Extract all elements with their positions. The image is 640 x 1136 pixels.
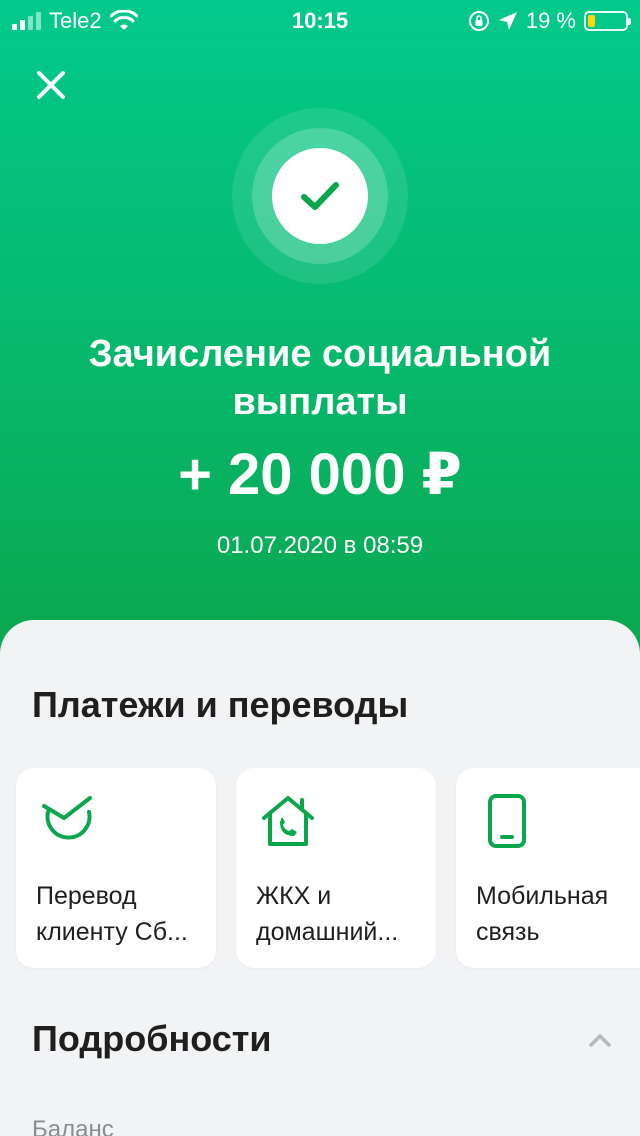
card-label-line1: Мобильная <box>476 882 609 910</box>
battery-percent: 19 % <box>525 8 576 33</box>
details-section-title: Подробности <box>32 1018 272 1059</box>
card-label-line2: клиенту Сб... <box>36 918 188 946</box>
transaction-datetime: 01.07.2020 в 08:59 <box>216 532 424 559</box>
transaction-title: Зачисление социальной выплаты <box>40 330 600 426</box>
checkmark-icon <box>301 182 339 210</box>
success-badge-ring <box>252 128 388 264</box>
orientation-lock-icon <box>468 11 489 31</box>
card-label-line2: домашний... <box>256 918 399 946</box>
close-icon[interactable] <box>30 64 72 106</box>
transaction-title-line2: выплаты <box>232 381 408 423</box>
card-label: Перевод клиенту Сб... <box>36 878 212 950</box>
chevron-up-icon[interactable] <box>586 1026 614 1054</box>
transaction-amount: + 20 000 ₽ <box>178 442 462 507</box>
mobile-phone-icon <box>488 794 526 848</box>
hero-panel: Tele2 10:15 19 % Зачисление социальной в… <box>0 0 640 680</box>
card-label-line1: Перевод <box>36 882 137 910</box>
location-arrow-icon <box>498 12 517 30</box>
card-transfer-sber-client[interactable]: Перевод клиенту Сб... <box>16 768 216 968</box>
success-badge <box>232 108 408 284</box>
success-circle <box>272 148 368 244</box>
card-label: ЖКХ и домашний... <box>256 878 432 950</box>
battery-icon <box>584 11 631 31</box>
battery-level <box>588 15 595 27</box>
card-label-line2: связь <box>476 918 540 946</box>
sber-logo-icon <box>42 796 92 840</box>
card-utilities-home[interactable]: ЖКХ и домашний... <box>236 768 436 968</box>
card-mobile-connection[interactable]: Мобильная связь <box>456 768 640 968</box>
balance-label: Баланс <box>32 1116 114 1136</box>
house-phone-icon <box>262 796 314 846</box>
payments-section-title: Платежи и переводы <box>32 684 409 725</box>
transaction-title-line1: Зачисление социальной <box>88 333 552 375</box>
card-label: Мобильная связь <box>476 878 640 950</box>
card-label-line1: ЖКХ и <box>256 882 332 910</box>
bottom-sheet: Платежи и переводы Перевод клиенту Сб...… <box>0 620 640 1136</box>
status-bar: Tele2 10:15 19 % <box>0 0 640 40</box>
status-right: 19 % <box>468 8 631 34</box>
